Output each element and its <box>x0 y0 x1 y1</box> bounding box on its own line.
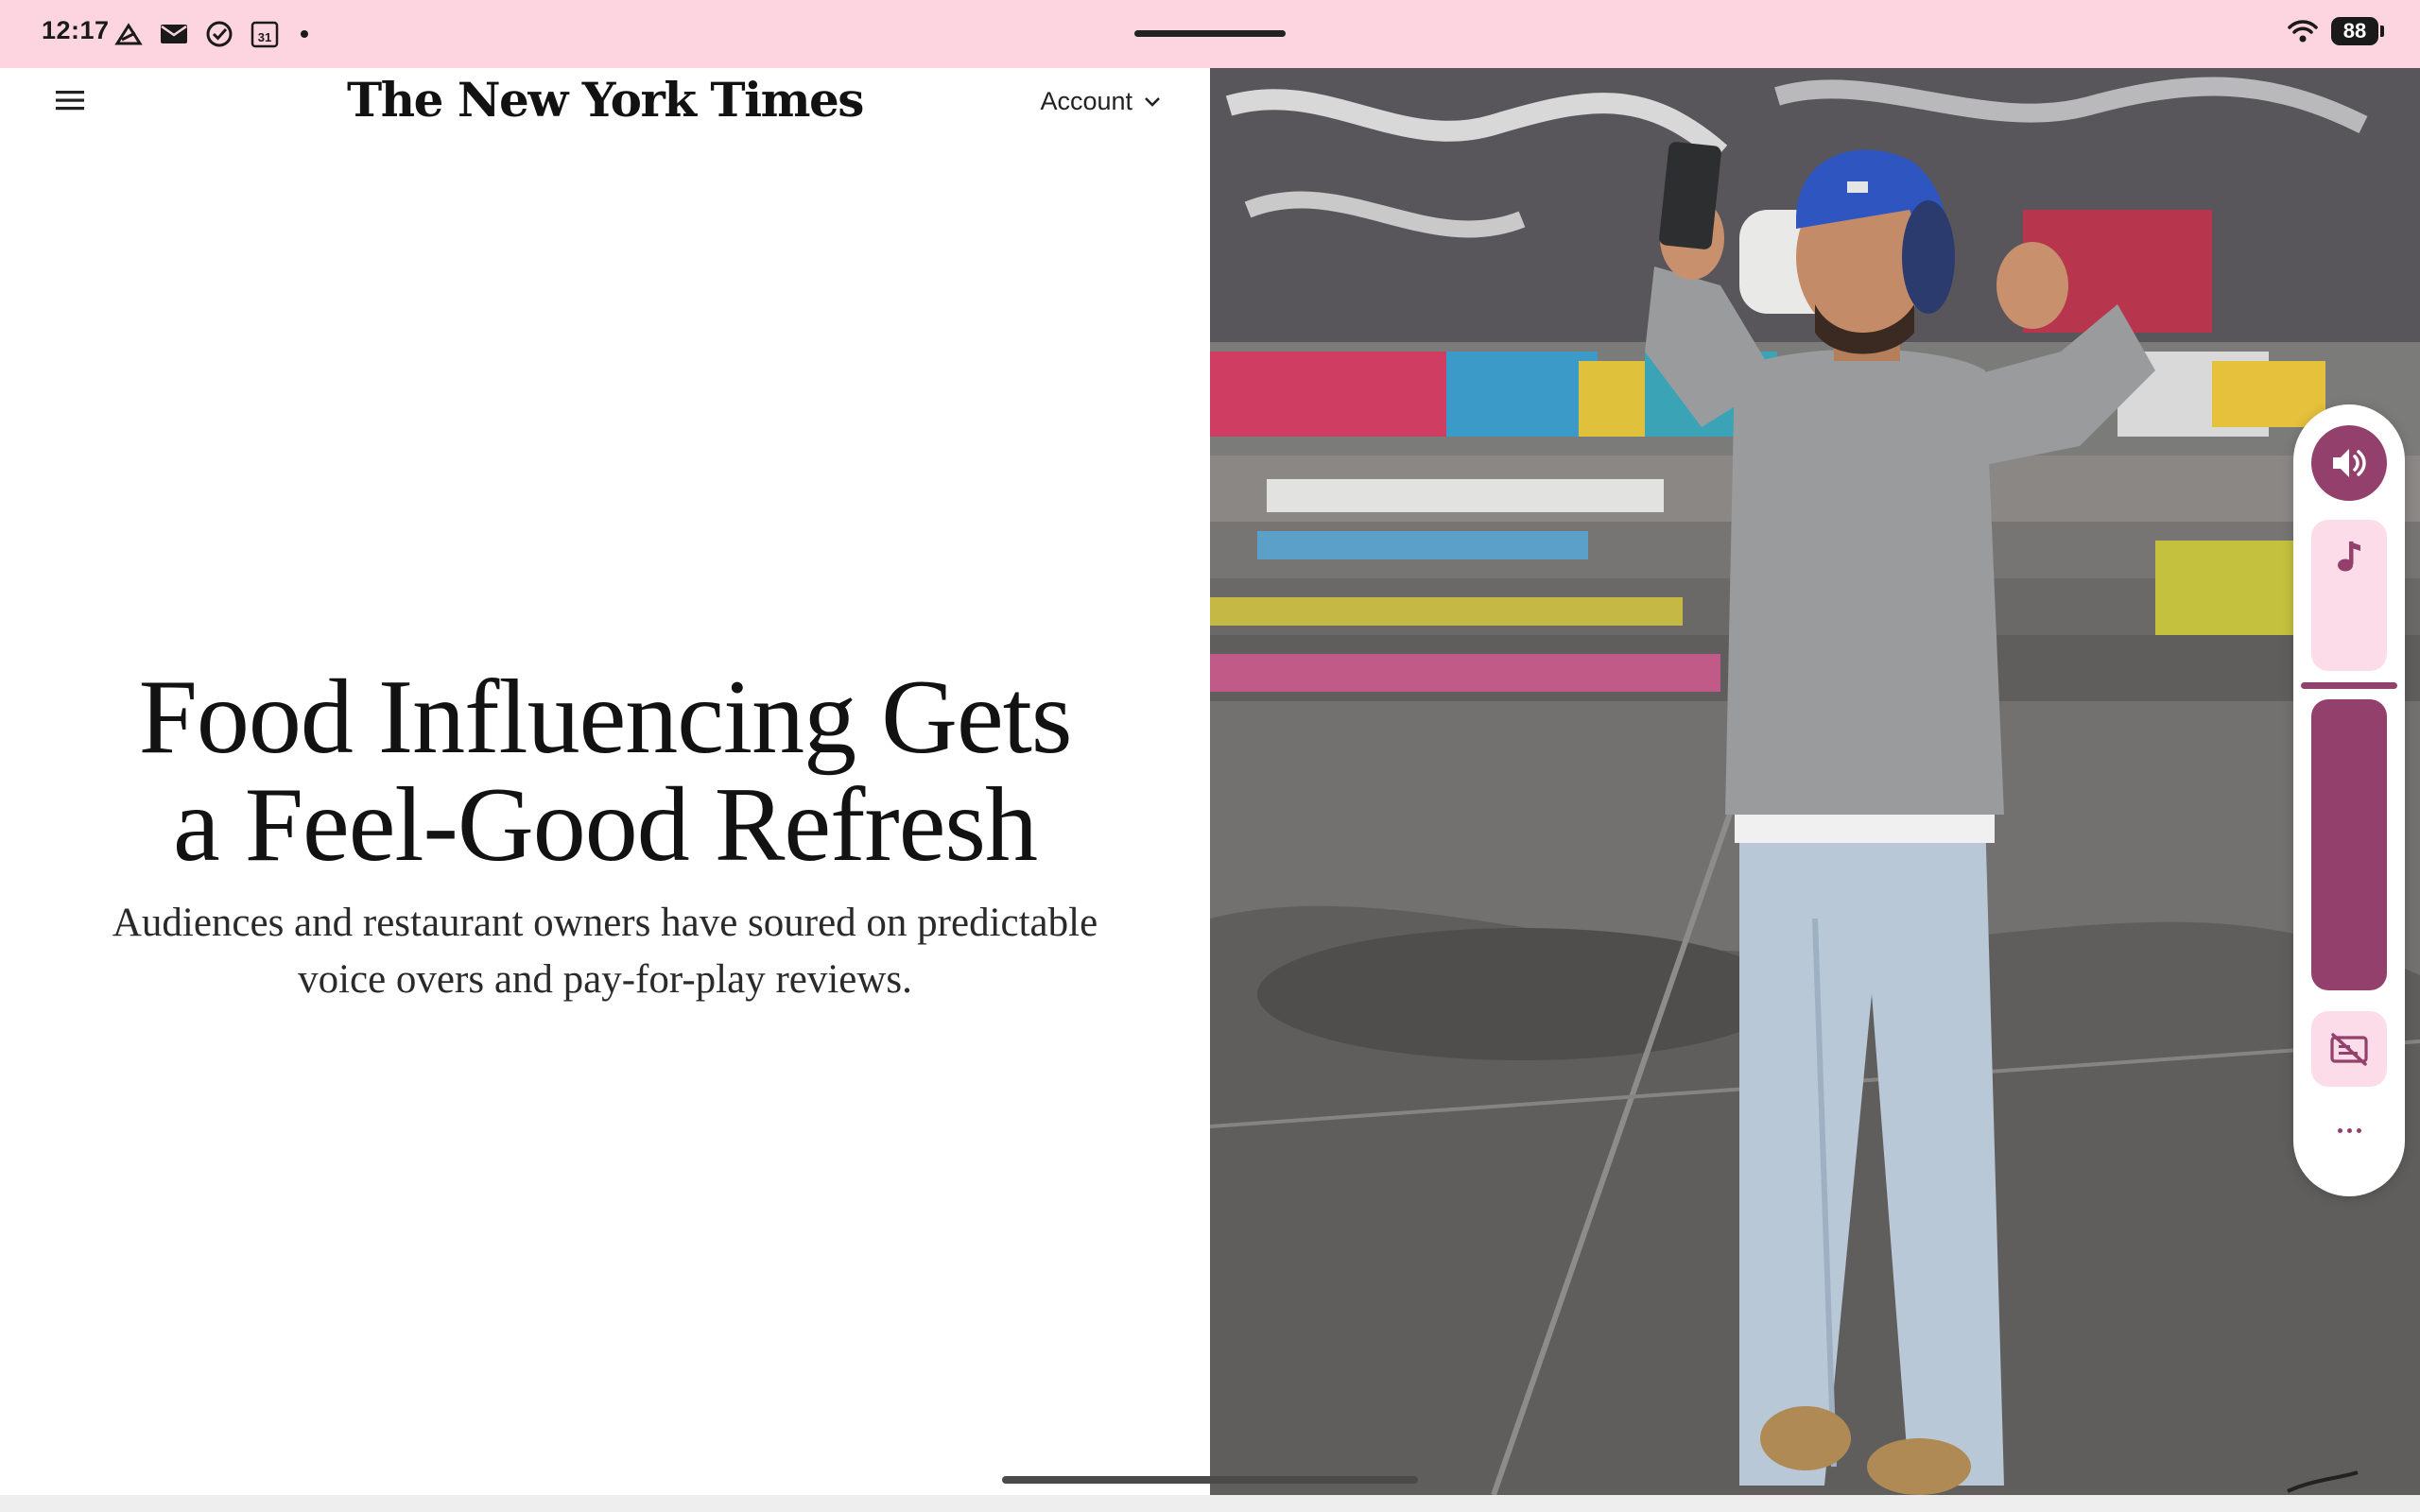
volume-divider <box>2301 682 2397 689</box>
check-circle-icon <box>204 19 234 49</box>
article-summary: Audiences and restaurant owners have sou… <box>57 895 1153 1008</box>
article-headline[interactable]: Food Influencing Gets a Feel-Good Refres… <box>57 663 1153 879</box>
battery-indicator: 88 <box>2331 17 2384 45</box>
calendar-day: 31 <box>258 30 271 44</box>
volume-speaker-button[interactable] <box>2311 425 2387 501</box>
music-note-icon <box>2338 541 2360 572</box>
status-bar: 12:17 31 88 <box>0 0 2420 68</box>
account-button[interactable]: Account <box>1040 87 1161 116</box>
headline-line-2: a Feel-Good Refresh <box>172 766 1038 884</box>
summary-line-1: Audiences and restaurant owners have sou… <box>112 901 1098 945</box>
article-photo <box>1210 68 2420 1495</box>
corner-mark <box>2287 1470 2359 1493</box>
wifi-icon <box>2288 20 2318 43</box>
status-time: 12:17 <box>42 16 110 44</box>
summary-line-2: voice overs and pay-for-play reviews. <box>298 957 912 1002</box>
bottom-strip <box>0 1495 2420 1512</box>
home-arrow-icon <box>113 19 144 49</box>
speaker-icon <box>2333 449 2366 477</box>
window-drag-handle[interactable] <box>1134 30 1286 37</box>
headline-line-1: Food Influencing Gets <box>138 659 1073 776</box>
status-icons: 31 <box>113 19 308 49</box>
article-panel: The New York Times Account Food Influenc… <box>0 68 1210 1495</box>
account-label: Account <box>1040 87 1132 115</box>
influencer-photo-illustration <box>1210 68 2420 1495</box>
status-right: 88 <box>2288 17 2384 45</box>
chevron-down-icon <box>1145 96 1160 107</box>
media-volume-slider[interactable] <box>2311 520 2387 671</box>
ring-volume-slider[interactable] <box>2311 699 2387 990</box>
gesture-navigation-bar[interactable] <box>1002 1476 1418 1484</box>
mail-icon <box>159 19 189 49</box>
volume-panel <box>2293 404 2405 1196</box>
more-icon[interactable] <box>2311 1111 2387 1149</box>
calendar-icon: 31 <box>250 19 280 49</box>
live-caption-button[interactable] <box>2311 1011 2387 1087</box>
nyt-logo[interactable]: The New York Times <box>0 72 1210 128</box>
captions-off-icon <box>2330 1033 2368 1066</box>
notification-dot <box>301 30 308 38</box>
